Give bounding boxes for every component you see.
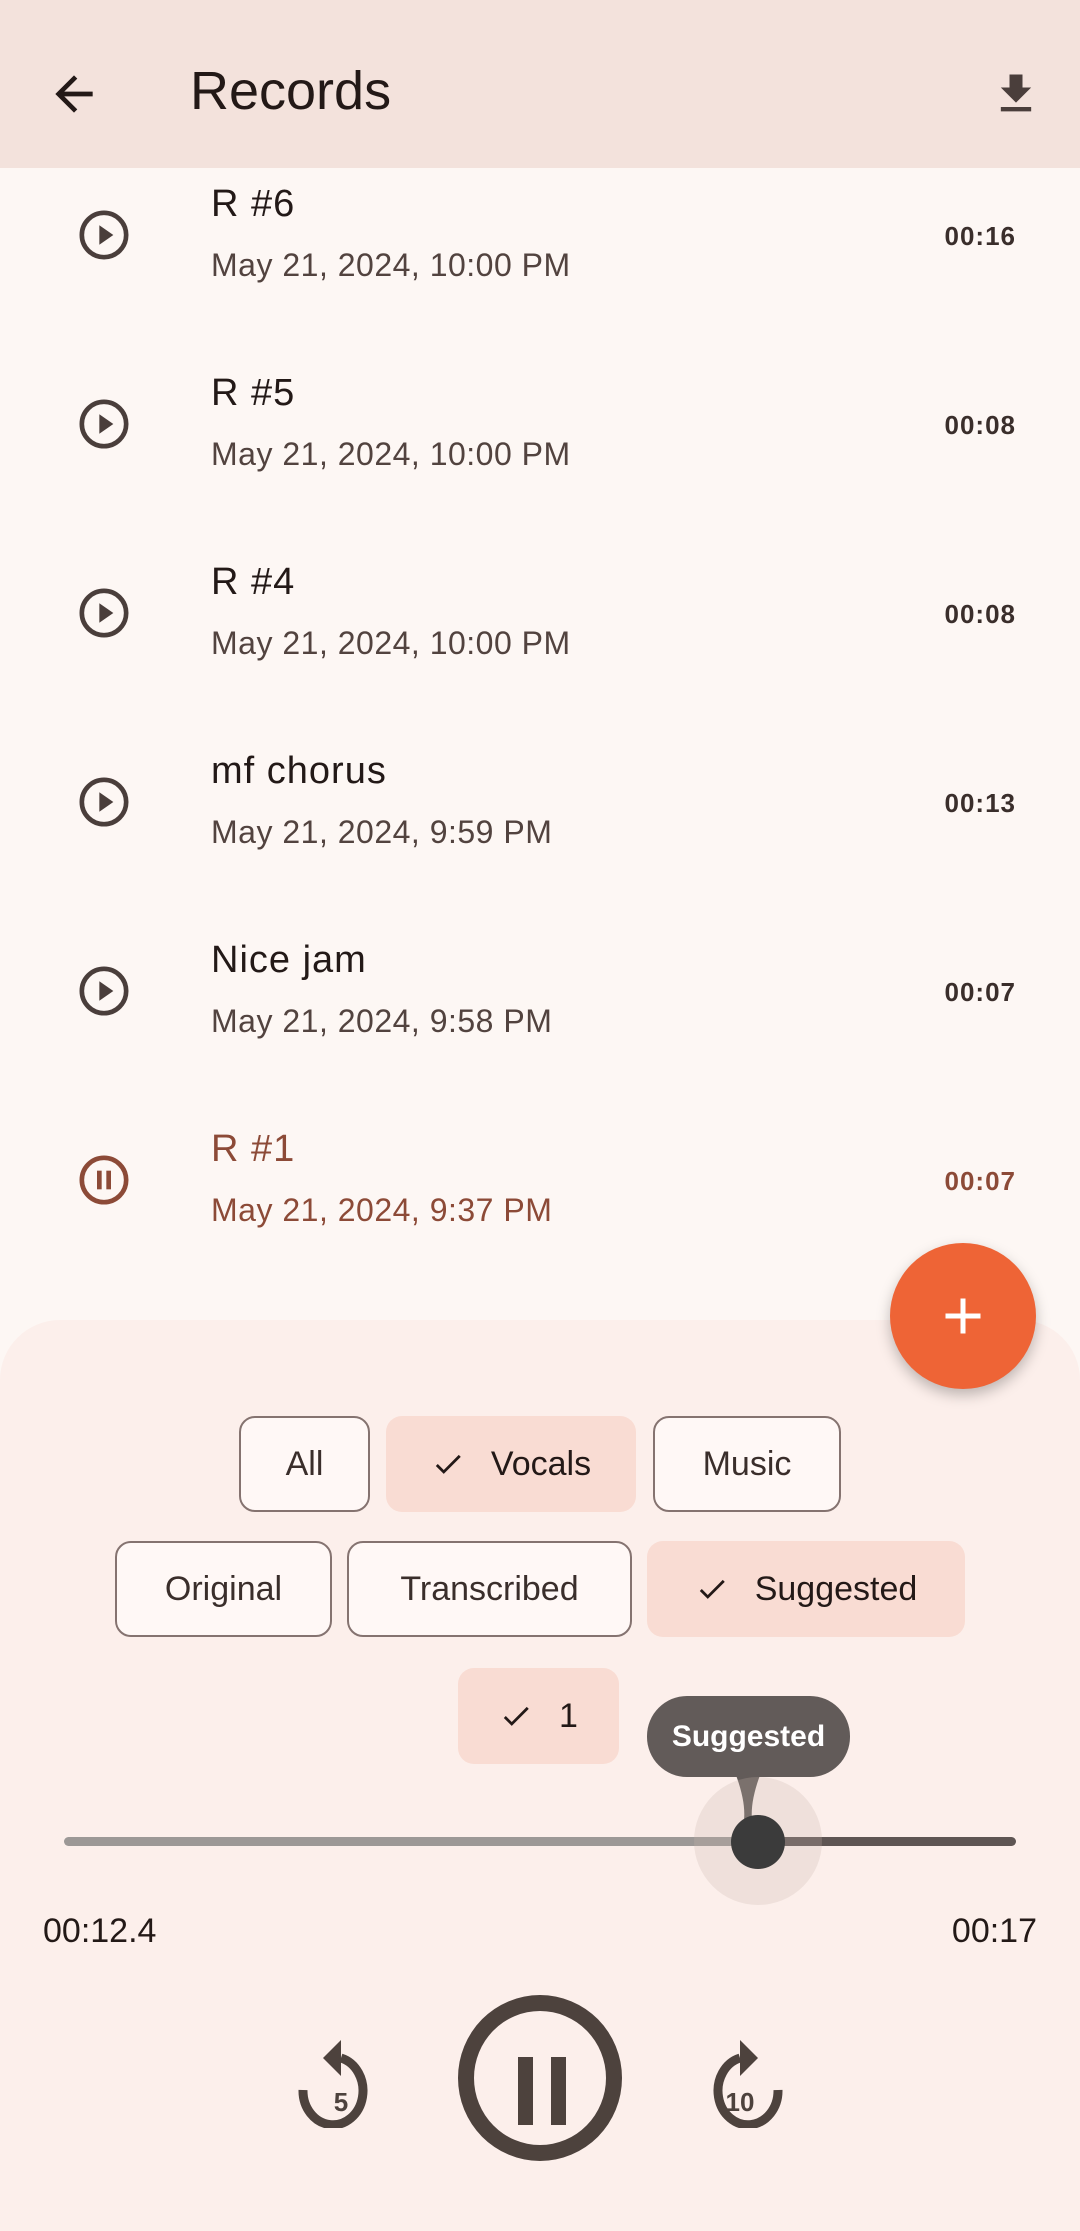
record-title: R #4: [211, 561, 296, 603]
check-icon: [435, 1454, 461, 1474]
arrow-back-icon[interactable]: [46, 66, 102, 122]
record-title: mf chorus: [211, 750, 387, 792]
chip-label: 1: [559, 1696, 578, 1735]
record-date: May 21, 2024, 9:37 PM: [211, 1192, 553, 1228]
add-record-button[interactable]: [890, 1243, 1036, 1389]
current-time: 00:12.4: [43, 1912, 157, 1950]
record-duration: 00:07: [944, 977, 1016, 1007]
check-icon: [503, 1706, 529, 1726]
play-circle-icon[interactable]: [76, 396, 132, 452]
forward-10-icon: 10: [713, 2040, 783, 2130]
filter-chip[interactable]: Suggested: [647, 1541, 965, 1637]
record-title: Nice jam: [211, 939, 367, 981]
pause-button[interactable]: [458, 1995, 622, 2161]
record-item[interactable]: R #5 May 21, 2024, 10:00 PM 00:08: [0, 372, 1080, 613]
record-date: May 21, 2024, 9:59 PM: [211, 814, 553, 850]
chip-label: Vocals: [490, 1444, 592, 1483]
record-title: R #1: [211, 1128, 296, 1170]
check-icon: [699, 1579, 725, 1599]
slider-tooltip: Suggested: [647, 1696, 850, 1777]
filter-chip[interactable]: Vocals: [386, 1416, 636, 1512]
chip-label: Music: [702, 1444, 792, 1483]
plus-icon: [945, 1298, 981, 1334]
chip-label: All: [285, 1444, 324, 1483]
filter-chip[interactable]: Transcribed: [347, 1541, 632, 1637]
record-date: May 21, 2024, 9:58 PM: [211, 1003, 553, 1039]
download-icon[interactable]: [990, 66, 1042, 122]
record-date: May 21, 2024, 10:00 PM: [211, 247, 571, 283]
forward-button[interactable]: 10: [692, 2028, 788, 2130]
play-circle-icon[interactable]: [76, 963, 132, 1019]
play-circle-icon[interactable]: [76, 585, 132, 641]
pause-icon: [518, 2057, 568, 2125]
slider-active-track: [64, 1837, 759, 1846]
record-duration: 00:07: [944, 1166, 1016, 1196]
record-duration: 00:08: [944, 599, 1016, 629]
record-item[interactable]: R #6 May 21, 2024, 10:00 PM 00:16: [0, 183, 1080, 424]
filter-chip[interactable]: 1: [458, 1668, 619, 1764]
total-time: 00:17: [951, 1912, 1037, 1950]
record-title: R #6: [211, 183, 296, 225]
filter-chip[interactable]: All: [239, 1416, 370, 1512]
play-circle-icon[interactable]: [76, 207, 132, 263]
replay-5-icon: 5: [298, 2040, 368, 2130]
record-item[interactable]: Nice jam May 21, 2024, 9:58 PM 00:07: [0, 939, 1080, 1180]
page-title: Records: [190, 61, 392, 121]
record-item[interactable]: mf chorus May 21, 2024, 9:59 PM 00:13: [0, 750, 1080, 991]
app-bar: Records: [0, 0, 1080, 168]
record-duration: 00:13: [944, 788, 1016, 818]
filter-chip[interactable]: Original: [115, 1541, 332, 1637]
slider-thumb[interactable]: [731, 1815, 786, 1869]
record-item[interactable]: R #4 May 21, 2024, 10:00 PM 00:08: [0, 561, 1080, 802]
record-date: May 21, 2024, 10:00 PM: [211, 436, 571, 472]
chip-label: Transcribed: [400, 1569, 579, 1608]
record-duration: 00:16: [944, 221, 1016, 251]
pause-circle-icon[interactable]: [76, 1152, 132, 1208]
record-title: R #5: [211, 372, 296, 414]
record-duration: 00:08: [944, 410, 1016, 440]
record-date: May 21, 2024, 10:00 PM: [211, 625, 571, 661]
rewind-button[interactable]: 5: [293, 2028, 389, 2130]
play-circle-icon[interactable]: [76, 774, 132, 830]
filter-chip[interactable]: Music: [653, 1416, 841, 1512]
chip-label: Original: [164, 1569, 283, 1608]
svg-text:10: 10: [726, 2087, 755, 2117]
chip-label: Suggested: [754, 1569, 918, 1608]
svg-text:5: 5: [334, 2087, 348, 2117]
